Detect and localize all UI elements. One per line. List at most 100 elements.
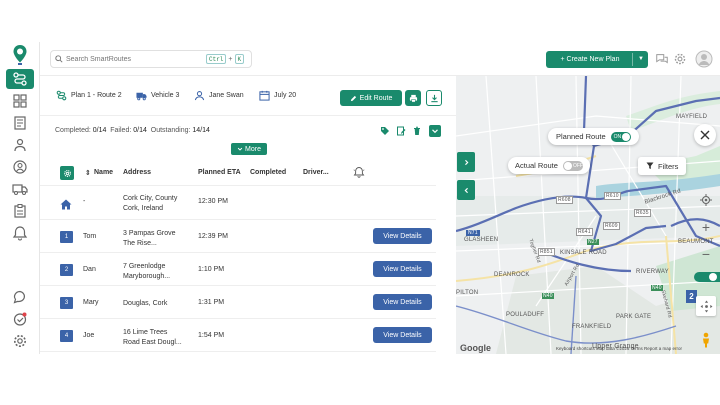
pan-control-icon[interactable] bbox=[696, 296, 716, 316]
planned-route-label: Planned Route bbox=[556, 132, 606, 141]
filters-button[interactable]: Filters bbox=[638, 157, 687, 175]
plan-label: Plan 1 - Route 2 bbox=[71, 92, 122, 99]
create-new-plan-button[interactable]: + Create New Plan ▼ bbox=[546, 51, 648, 68]
route-map[interactable]: MAYFIELD Blackrock Rd BEAUMONT GLASHEEN … bbox=[456, 76, 720, 354]
table-settings-button[interactable] bbox=[60, 166, 74, 180]
view-details-button[interactable]: View Details bbox=[373, 294, 432, 310]
print-button[interactable] bbox=[405, 90, 421, 106]
gear-icon[interactable] bbox=[673, 52, 687, 71]
trash-icon[interactable] bbox=[411, 125, 423, 137]
road-shield: N40 bbox=[542, 293, 554, 299]
address-line2: Maryborough... bbox=[123, 273, 171, 280]
user-icon bbox=[194, 91, 205, 101]
table-row[interactable]: 3 Mary Douglas, Cork 1:31 PM View Detail… bbox=[40, 287, 436, 319]
sidebar-item-vehicles[interactable] bbox=[11, 180, 29, 198]
close-map-button[interactable] bbox=[694, 124, 716, 146]
marker-toggle[interactable] bbox=[694, 272, 720, 282]
download-button[interactable] bbox=[426, 90, 442, 106]
view-details-button[interactable]: View Details bbox=[373, 228, 432, 244]
search-icon bbox=[55, 55, 63, 63]
chevron-right-icon bbox=[464, 159, 468, 165]
vehicle-label: Vehicle 3 bbox=[151, 92, 180, 99]
map-label: PARK GATE bbox=[616, 314, 652, 320]
toggle-switch-off[interactable]: OFF bbox=[562, 160, 583, 171]
actual-route-toggle[interactable]: Actual Route OFF bbox=[508, 157, 590, 174]
address-line2: The Rise... bbox=[123, 240, 157, 247]
filter-icon bbox=[646, 162, 654, 169]
failed-value: 0/14 bbox=[133, 127, 147, 134]
sidebar-item-reports[interactable] bbox=[11, 114, 29, 132]
map-label: KINSALE ROAD bbox=[560, 250, 607, 256]
search-input[interactable] bbox=[66, 55, 206, 63]
route-stats: Completed: 0/14 Failed: 0/14 Outstanding… bbox=[40, 118, 456, 146]
sidebar-item-tasks[interactable] bbox=[11, 202, 29, 220]
create-new-plan-label: + Create New Plan bbox=[560, 56, 620, 63]
more-button[interactable]: More bbox=[231, 143, 267, 155]
column-name[interactable]: Name bbox=[94, 169, 113, 176]
stop-number: 2 bbox=[60, 264, 73, 276]
collapse-panel-button[interactable] bbox=[457, 180, 475, 200]
chat-icon bbox=[13, 290, 26, 304]
date-info: July 20 bbox=[259, 90, 296, 101]
row-address: Cork City, County Cork, Ireland bbox=[123, 194, 195, 214]
address-line2: Road East Dougl... bbox=[123, 339, 182, 346]
plan-selector[interactable]: Plan 1 - Route 2 bbox=[56, 90, 122, 101]
kbd-k: K bbox=[234, 54, 245, 64]
gear-icon bbox=[63, 169, 71, 177]
sidebar-item-dashboard[interactable] bbox=[11, 92, 29, 110]
map-label: PILTON bbox=[456, 290, 479, 296]
table-row[interactable]: 1 Tom 3 Pampas Grove The Rise... 12:39 PM… bbox=[40, 221, 436, 253]
column-address[interactable]: Address bbox=[123, 169, 151, 176]
address-line2: Cork, Ireland bbox=[123, 205, 164, 212]
zoom-out-button[interactable]: − bbox=[696, 244, 716, 264]
map-label: FRANKFIELD bbox=[572, 324, 612, 330]
avatar[interactable] bbox=[695, 50, 713, 68]
sidebar-item-settings[interactable] bbox=[11, 332, 29, 350]
row-address: Douglas, Cork bbox=[123, 299, 195, 309]
stop-number: 1 bbox=[60, 231, 73, 243]
sidebar-item-notifications[interactable] bbox=[11, 310, 29, 328]
map-label: RIVERWAY bbox=[636, 269, 669, 275]
sidebar-item-routes[interactable] bbox=[6, 69, 34, 89]
road-shield: R641 bbox=[576, 228, 593, 236]
column-completed[interactable]: Completed bbox=[250, 169, 286, 176]
sidebar-item-messages[interactable] bbox=[11, 288, 29, 306]
logo-icon[interactable] bbox=[11, 44, 29, 66]
table-row[interactable]: 4 Joe 16 Lime Trees Road East Dougl... 1:… bbox=[40, 320, 436, 352]
address-line1: 3 Pampas Grove bbox=[123, 230, 176, 237]
edit-list-icon[interactable] bbox=[395, 125, 407, 137]
kbd-ctrl: Ctrl bbox=[206, 54, 227, 64]
completed-value: 0/14 bbox=[92, 127, 107, 134]
map-footer: Keyboard shortcuts Map data ©2026 Terms … bbox=[556, 346, 683, 351]
chevron-left-icon bbox=[464, 187, 468, 193]
view-details-button[interactable]: View Details bbox=[373, 261, 432, 277]
sidebar-item-team[interactable] bbox=[11, 136, 29, 154]
bell-icon[interactable] bbox=[353, 166, 365, 180]
locate-icon[interactable] bbox=[696, 190, 716, 210]
chevron-down-icon[interactable]: ▼ bbox=[638, 56, 644, 62]
toggle-switch-on[interactable]: ON bbox=[610, 131, 631, 142]
edit-route-button[interactable]: Edit Route bbox=[340, 90, 402, 106]
column-planned-eta[interactable]: Planned ETA bbox=[198, 169, 241, 176]
chevron-down-icon bbox=[432, 129, 438, 134]
column-driver[interactable]: Driver... bbox=[303, 169, 329, 176]
view-details-button[interactable]: View Details bbox=[373, 327, 432, 343]
chat-icon[interactable] bbox=[655, 52, 669, 71]
street-view-icon[interactable] bbox=[699, 331, 713, 349]
collapse-button[interactable] bbox=[429, 125, 441, 137]
search-box[interactable]: Ctrl + K bbox=[50, 50, 252, 68]
sidebar bbox=[0, 42, 40, 354]
zoom-in-button[interactable]: + bbox=[696, 217, 716, 237]
table-row[interactable]: 2 Dan 7 Greenlodge Maryborough... 1:10 PM… bbox=[40, 254, 436, 286]
sidebar-item-drivers[interactable] bbox=[11, 158, 29, 176]
table-row-depot[interactable]: - Cork City, County Cork, Ireland 12:30 P… bbox=[40, 186, 436, 220]
driver-label: Jane Swan bbox=[209, 92, 244, 99]
row-name: Joe bbox=[83, 332, 95, 339]
sidebar-item-alerts[interactable] bbox=[11, 224, 29, 242]
calendar-icon bbox=[259, 90, 270, 101]
outstanding-value: 14/14 bbox=[192, 127, 210, 134]
expand-panel-button[interactable] bbox=[457, 152, 475, 172]
sort-icon[interactable]: ⇕ bbox=[85, 169, 91, 177]
tag-icon[interactable] bbox=[379, 125, 391, 137]
planned-route-toggle[interactable]: Planned Route ON bbox=[548, 128, 639, 145]
